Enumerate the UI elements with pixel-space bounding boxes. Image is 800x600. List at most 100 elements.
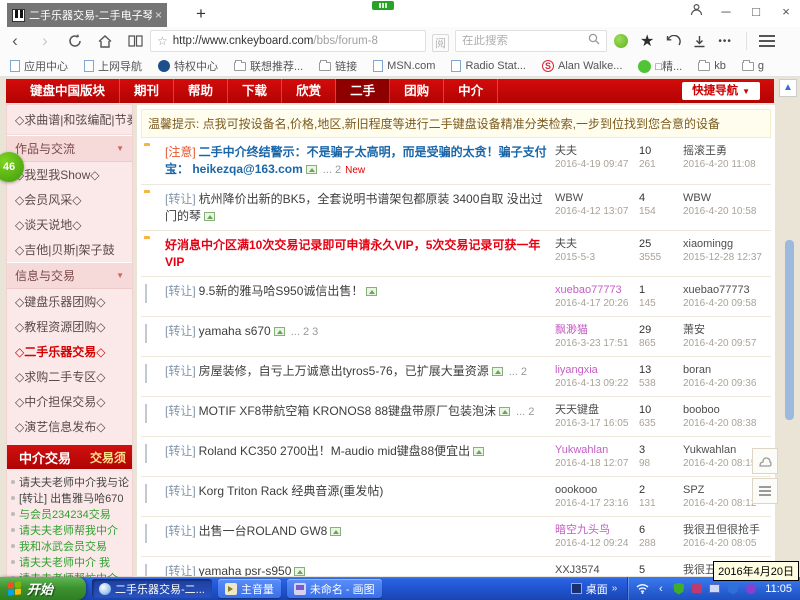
thread-author[interactable]: liyangxia <box>555 363 639 377</box>
thread-title[interactable]: 杭州降价出新的BK5，全套说明书谱架包都原装 3400自取 没出过门的琴 <box>165 192 543 223</box>
new-tab-button[interactable]: + <box>196 4 206 24</box>
forum-nav-item[interactable]: 中介 <box>444 79 498 103</box>
thread-author[interactable]: 飘渺猫 <box>555 323 639 337</box>
sidebar-section-header[interactable]: 信息与交易▼ <box>7 262 132 289</box>
thread-title[interactable]: 出售一台ROLAND GW8 <box>199 524 328 538</box>
last-poster[interactable]: booboo <box>683 403 771 417</box>
translate-icon[interactable] <box>614 34 628 48</box>
sidebar-thread-link[interactable]: 请夫夫老师中介我与论 <box>11 474 130 490</box>
bookmark-item[interactable]: 应用中心 <box>10 58 68 74</box>
search-box[interactable] <box>455 30 607 52</box>
thread-title[interactable]: yamaha psr-s950 <box>199 564 292 577</box>
forum-nav-item[interactable]: 期刊 <box>120 79 174 103</box>
thread-tag[interactable]: [转让] <box>165 364 196 378</box>
bookmark-item[interactable]: 联想推荐... <box>234 58 303 74</box>
thread-title[interactable]: Roland KC350 2700出！M-audio mid键盘88便宜出 <box>199 444 470 458</box>
bookmark-item[interactable]: MSN.com <box>373 60 435 72</box>
back-icon[interactable]: ‹ <box>0 31 30 51</box>
last-poster[interactable]: xiaomingg <box>683 237 771 251</box>
bookmark-item[interactable]: Radio Stat... <box>451 60 526 72</box>
sidebar-forum-link[interactable]: ◇二手乐器交易◇ <box>7 339 132 364</box>
thread-tag[interactable]: [转让] <box>165 324 196 338</box>
sidebar-forum-link[interactable]: ◇会员风采◇ <box>7 187 132 212</box>
forum-nav-item[interactable]: 团购 <box>390 79 444 103</box>
thread-title[interactable]: 9.5新的雅马哈S950诚信出售！ <box>199 284 364 298</box>
thread-author[interactable]: oookooo <box>555 483 639 497</box>
sidebar-thread-link[interactable]: 请夫夫老师帮我中介 <box>11 522 130 538</box>
sidebar-thread-link[interactable]: 与会员234234交易 <box>11 506 130 522</box>
sidebar-thread-link[interactable]: [转让] 出售雅马哈670 <box>11 490 130 506</box>
thread-author[interactable]: 夫夫 <box>555 144 639 158</box>
forward-icon[interactable]: › <box>30 31 60 51</box>
sidebar-banner[interactable]: 中介交易 交易须 <box>7 445 132 469</box>
last-poster[interactable]: xuebao77773 <box>683 283 771 297</box>
thread-author[interactable]: XXJ3574 <box>555 563 639 577</box>
quick-nav-button[interactable]: 快捷导航▼ <box>682 82 760 100</box>
last-poster[interactable]: 我很丑但很抢手 <box>683 523 771 537</box>
search-icon[interactable] <box>588 32 600 50</box>
thread-list-mode-button[interactable] <box>752 478 778 504</box>
sidebar-thread-link[interactable]: 请夫夫老师中介 我 <box>11 554 130 570</box>
minimize-button[interactable]: ─ <box>718 4 734 19</box>
thread-title[interactable]: Korg Triton Rack 经典音源(重发帖) <box>199 484 384 498</box>
thread-tag[interactable]: [转让] <box>165 192 196 206</box>
sidebar-forum-link[interactable]: ◇我型我Show◇ <box>7 162 132 187</box>
taskbar-clock[interactable]: 11:05 <box>765 583 792 595</box>
reading-list-icon[interactable] <box>120 35 150 47</box>
thread-pages[interactable]: ... 2 <box>516 406 534 418</box>
thread-author[interactable]: 暗空九头鸟 <box>555 523 639 537</box>
back-to-top-button[interactable] <box>752 448 778 474</box>
scrollbar-thumb[interactable] <box>785 240 794 420</box>
sidebar-forum-link[interactable]: ◇求购二手专区◇ <box>7 364 132 389</box>
reload-icon[interactable] <box>60 34 90 48</box>
thread-title[interactable]: MOTIF XF8带航空箱 KRONOS8 88键盘带原厂包装泡沫 <box>199 404 496 418</box>
thread-author[interactable]: WBW <box>555 191 639 205</box>
thread-tag[interactable]: [转让] <box>165 484 196 498</box>
sidebar-forum-link[interactable]: ◇键盘乐器团购◇ <box>7 289 132 314</box>
search-input[interactable] <box>462 35 588 47</box>
thread-pages[interactable]: ... 2 <box>509 366 527 378</box>
sidebar-section-header[interactable]: 作品与交流▼ <box>7 135 132 162</box>
user-account-icon[interactable] <box>688 3 704 19</box>
history-icon[interactable] <box>666 35 681 47</box>
browser-tab[interactable]: 二手乐器交易-二手电子琴电钢 × <box>7 3 167 27</box>
bookmark-item[interactable]: □精... <box>638 58 682 74</box>
thread-tag[interactable]: [转让] <box>165 524 196 538</box>
taskbar-task-button[interactable]: 未命名 - 画图 <box>287 579 382 598</box>
sidebar-thread-link[interactable]: 我和冰武会员交易 <box>11 538 130 554</box>
thread-tag[interactable]: [转让] <box>165 284 196 298</box>
taskbar-task-button[interactable]: 主音量 <box>218 579 281 598</box>
forum-nav-item[interactable]: 键盘中国版块 <box>16 79 120 103</box>
thread-author[interactable]: Yukwahlan <box>555 443 639 457</box>
thread-tag[interactable]: [转让] <box>165 404 196 418</box>
tray-expand-icon[interactable]: ‹ <box>654 582 667 595</box>
forum-nav-item[interactable]: 帮助 <box>174 79 228 103</box>
favorite-star-icon[interactable]: ☆ <box>157 34 168 48</box>
thread-tag[interactable]: [转让] <box>165 564 196 577</box>
bookmark-item[interactable]: 链接 <box>319 58 357 74</box>
sidebar-forum-link[interactable]: ◇中介担保交易◇ <box>7 389 132 414</box>
bookmark-item[interactable]: kb <box>698 60 726 72</box>
update-icon[interactable] <box>744 582 757 595</box>
extension-indicator-icon[interactable] <box>372 1 394 10</box>
thread-title[interactable]: yamaha s670 <box>199 324 271 338</box>
network-status-icon[interactable] <box>708 582 721 595</box>
bookmark-item[interactable]: S Alan Walke... <box>542 60 622 72</box>
last-poster[interactable]: boran <box>683 363 771 377</box>
taskbar-task-button[interactable]: 二手乐器交易-二... <box>92 579 212 598</box>
security-shield-icon[interactable] <box>672 582 685 595</box>
bookmarks-icon[interactable]: ★ <box>640 31 654 51</box>
start-button[interactable]: 开始 <box>0 577 86 600</box>
thread-pages[interactable]: ... 2 <box>323 164 341 176</box>
antivirus-shield-icon[interactable] <box>726 582 739 595</box>
bookmark-item[interactable]: g <box>742 60 764 72</box>
sidebar-forum-link[interactable]: ◇谈天说地◇ <box>7 212 132 237</box>
thread-tag[interactable]: [转让] <box>165 444 196 458</box>
thread-pages[interactable]: ... 2 3 <box>291 326 319 338</box>
sidebar-forum-link[interactable]: ◇演艺信息发布◇ <box>7 414 132 439</box>
download-icon[interactable] <box>693 35 706 48</box>
desktop-toolbar[interactable]: 桌面 » <box>571 581 618 597</box>
device-icon[interactable] <box>690 582 703 595</box>
thread-tag[interactable]: [注意] <box>165 145 196 159</box>
last-poster[interactable]: 摇滚王勇 <box>683 144 771 158</box>
